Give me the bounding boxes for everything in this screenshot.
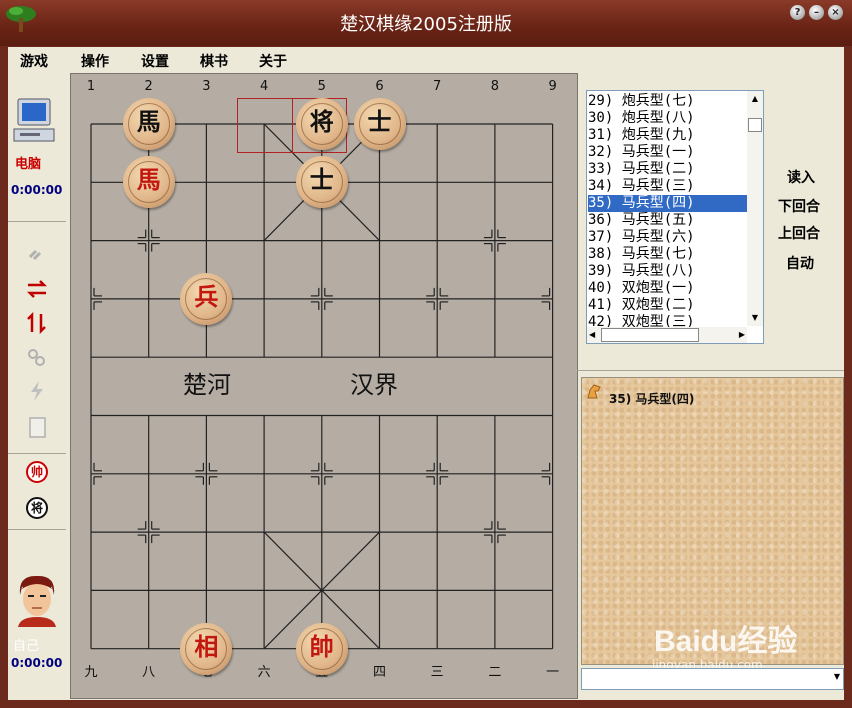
watermark-logo: Baidu经验 — [654, 625, 798, 658]
column-label-top: 2 — [144, 79, 153, 94]
river-han-jie: 汉界 — [350, 371, 398, 399]
column-label-bottom: 二 — [488, 665, 502, 680]
horse-icon — [587, 384, 601, 399]
column-label-top: 7 — [433, 79, 442, 94]
book-list-item[interactable]: 31) 炮兵型(九) — [588, 127, 748, 144]
column-label-bottom: 三 — [430, 665, 444, 680]
black-piece[interactable]: 士 — [353, 98, 406, 150]
book-list-item[interactable]: 34) 马兵型(三) — [588, 178, 748, 195]
book-list-item[interactable]: 41) 双炮型(二) — [588, 297, 748, 314]
book-list-item[interactable]: 32) 马兵型(一) — [588, 144, 748, 161]
book-list-item[interactable]: 29) 炮兵型(七) — [588, 93, 748, 110]
column-label-top: 3 — [202, 79, 211, 94]
list-horizontal-scrollbar[interactable]: ◀ ▶ — [587, 327, 747, 343]
column-label-bottom: 八 — [142, 665, 156, 680]
book-list-item[interactable]: 37) 马兵型(六) — [588, 229, 748, 246]
black-piece[interactable]: 将 — [295, 98, 348, 150]
column-label-top: 4 — [259, 79, 269, 94]
next-round-button[interactable]: 下回合 — [778, 196, 820, 216]
column-label-top: 1 — [86, 79, 96, 94]
red-piece[interactable]: 帥 — [295, 622, 348, 675]
load-button[interactable]: 读入 — [787, 167, 815, 187]
column-label-top: 6 — [375, 79, 384, 94]
book-list-item[interactable]: 35) 马兵型(四) — [588, 195, 748, 212]
move-from-marker — [237, 98, 293, 153]
info-panel: 35) 马兵型(四) Baidu经验 jingyan.baidu.com — [581, 377, 844, 672]
book-list-item[interactable]: 38) 马兵型(七) — [588, 246, 748, 263]
book-list-item[interactable]: 40) 双炮型(一) — [588, 280, 748, 297]
black-piece[interactable]: 士 — [295, 156, 348, 209]
column-label-bottom: 六 — [257, 665, 271, 680]
book-list[interactable]: 29) 炮兵型(七) 30) 炮兵型(八) 31) 炮兵型(九) 32) 马兵型(一)… — [586, 90, 764, 344]
prev-round-button[interactable]: 上回合 — [778, 223, 820, 243]
auto-button[interactable]: 自动 — [786, 253, 814, 273]
column-label-top: 5 — [317, 79, 326, 94]
book-list-item[interactable]: 30) 炮兵型(八) — [588, 110, 748, 127]
column-label-bottom: 九 — [84, 665, 98, 680]
list-vertical-scrollbar[interactable]: ▲ ▼ — [747, 91, 763, 326]
info-title: 35) 马兵型(四) — [609, 392, 695, 406]
red-piece[interactable]: 馬 — [122, 156, 175, 209]
column-label-top: 8 — [490, 79, 500, 94]
column-label-bottom: 四 — [372, 665, 386, 680]
red-piece[interactable]: 相 — [180, 622, 233, 675]
column-label-top: 9 — [548, 79, 557, 94]
book-list-item[interactable]: 39) 马兵型(八) — [588, 263, 748, 280]
chevron-down-icon[interactable]: ▼ — [834, 672, 840, 681]
book-list-item[interactable]: 36) 马兵型(五) — [588, 212, 748, 229]
black-piece[interactable]: 馬 — [122, 98, 175, 150]
move-combo[interactable]: ▼ — [581, 668, 844, 690]
red-piece[interactable]: 兵 — [180, 272, 233, 325]
book-list-item[interactable]: 33) 马兵型(二) — [588, 161, 748, 178]
column-label-bottom: 一 — [546, 665, 560, 680]
river-chu-he: 楚河 — [183, 371, 231, 399]
